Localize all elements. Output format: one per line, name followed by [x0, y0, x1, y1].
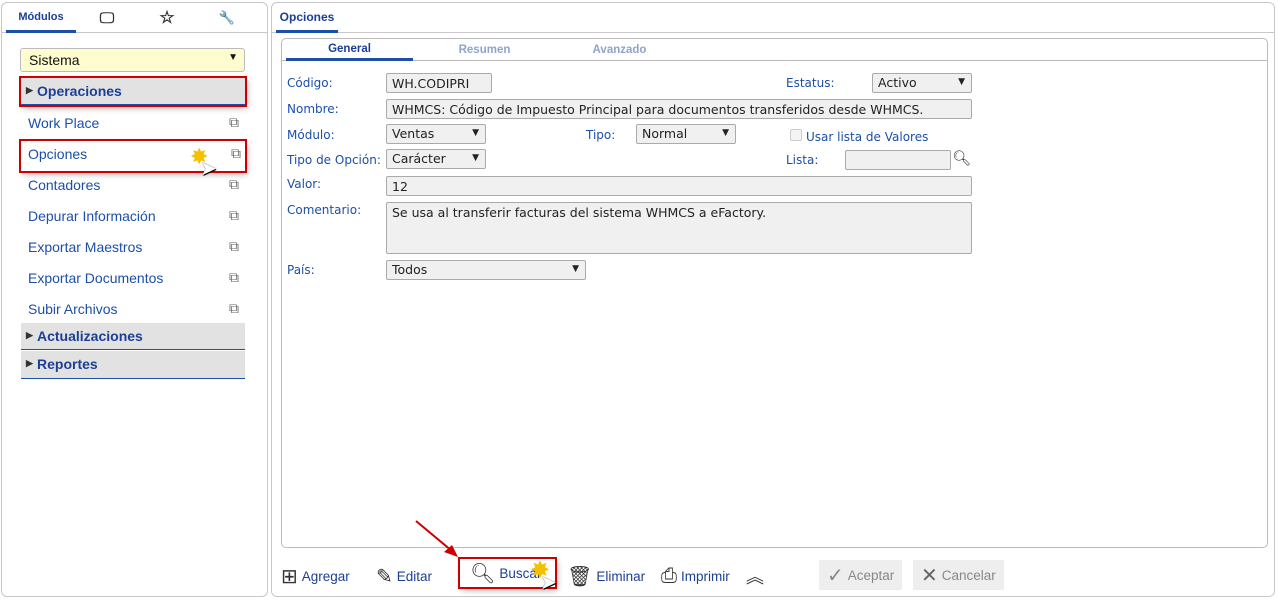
- trash-icon: 🗑︎: [567, 565, 593, 588]
- module-select-value: Sistema: [29, 52, 80, 68]
- item-label: Contadores: [28, 177, 101, 193]
- section-label: Reportes: [37, 356, 98, 372]
- pais-value: Todos: [392, 262, 428, 277]
- collapse-icon[interactable]: ︽: [746, 562, 764, 590]
- tipo-select[interactable]: Normal ▼: [636, 124, 736, 144]
- pais-label: País:: [287, 263, 315, 277]
- sidebar-item-subir-archivos[interactable]: Subir Archivos ⧉: [28, 300, 243, 317]
- agregar-button[interactable]: ⊞ Agregar: [281, 562, 350, 590]
- item-label: Work Place: [28, 115, 100, 131]
- chevron-down-icon: ▼: [472, 128, 479, 138]
- editar-label: Editar: [396, 568, 433, 584]
- chevron-down-icon: ▼: [722, 128, 729, 138]
- eliminar-button[interactable]: 🗑︎ Eliminar: [567, 562, 645, 590]
- imprimir-button[interactable]: ⎙ Imprimir: [661, 562, 730, 590]
- comentario-textarea[interactable]: Se usa al transferir facturas del sistem…: [386, 202, 972, 254]
- editar-button[interactable]: ✎ Editar: [376, 562, 432, 590]
- imprimir-label: Imprimir: [681, 568, 730, 584]
- modulo-value: Ventas: [392, 126, 435, 141]
- section-actualizaciones[interactable]: ▶ Actualizaciones: [21, 323, 245, 350]
- sidebar-tabs: Módulos 🖵 ☆ 🔧: [2, 3, 267, 33]
- nombre-field[interactable]: WHMCS: Código de Impuesto Principal para…: [386, 99, 972, 119]
- item-label: Opciones: [28, 146, 88, 162]
- tipo-opcion-select[interactable]: Carácter ▼: [386, 149, 486, 169]
- subtab-general[interactable]: General: [286, 39, 413, 61]
- external-link-icon: ⧉: [229, 114, 239, 130]
- lista-field[interactable]: [845, 150, 951, 170]
- caret-right-icon: ▶: [26, 330, 33, 340]
- cancelar-label: Cancelar: [941, 567, 996, 583]
- sidebar-item-exportar-documentos[interactable]: Exportar Documentos ⧉: [28, 269, 243, 286]
- caret-right-icon: ▶: [26, 358, 33, 368]
- section-operaciones[interactable]: ▶ Operaciones: [19, 76, 247, 107]
- subtab-resumen[interactable]: Resumen: [422, 39, 547, 61]
- external-link-icon: ⧉: [231, 145, 241, 161]
- codigo-field[interactable]: WH.CODIPRI: [386, 73, 492, 93]
- valor-field[interactable]: 12: [386, 176, 972, 196]
- external-link-icon: ⧉: [229, 238, 239, 254]
- close-icon: ✕: [921, 564, 938, 587]
- aceptar-button[interactable]: ✓ Aceptar: [819, 560, 903, 590]
- estatus-value: Activo: [878, 75, 917, 90]
- subtabs: General Resumen Avanzado: [282, 39, 1267, 61]
- caret-right-icon: ▶: [26, 85, 33, 95]
- section-label: Actualizaciones: [37, 328, 143, 344]
- tipo-opcion-label: Tipo de Opción:: [287, 153, 381, 167]
- external-link-icon: ⧉: [229, 207, 239, 223]
- nombre-label: Nombre:: [287, 102, 339, 116]
- tab-opciones[interactable]: Opciones: [276, 3, 338, 33]
- sidebar-item-exportar-maestros[interactable]: Exportar Maestros ⧉: [28, 238, 243, 255]
- main-tabs: Opciones: [272, 3, 1274, 33]
- usar-lista-label: Usar lista de Valores: [806, 130, 929, 144]
- tab-modulos[interactable]: Módulos: [6, 3, 76, 33]
- item-label: Depurar Información: [28, 208, 156, 224]
- estatus-select[interactable]: Activo ▼: [872, 73, 972, 93]
- tipo-label: Tipo:: [586, 128, 616, 142]
- search-document-icon: 🔍︎: [470, 562, 496, 585]
- item-label: Exportar Documentos: [28, 270, 164, 286]
- external-link-icon: ⧉: [229, 269, 239, 285]
- agregar-label: Agregar: [301, 568, 350, 584]
- external-link-icon: ⧉: [229, 176, 239, 192]
- chevron-down-icon: ▼: [572, 264, 579, 274]
- modulo-label: Módulo:: [287, 128, 335, 142]
- valor-label: Valor:: [287, 177, 322, 191]
- sidebar-item-work-place[interactable]: Work Place ⧉: [28, 114, 243, 131]
- eliminar-label: Eliminar: [596, 568, 646, 584]
- tipo-opcion-value: Carácter: [392, 151, 446, 166]
- cursor-icon: ➤: [200, 156, 217, 180]
- annotation-arrow-icon: [415, 520, 458, 557]
- cancelar-button[interactable]: ✕ Cancelar: [913, 560, 1004, 590]
- aceptar-label: Aceptar: [847, 567, 895, 583]
- pais-select[interactable]: Todos ▼: [386, 260, 586, 280]
- chevron-down-icon: ▼: [472, 153, 479, 163]
- item-label: Exportar Maestros: [28, 239, 143, 255]
- external-link-icon: ⧉: [229, 300, 239, 316]
- tipo-value: Normal: [642, 126, 688, 141]
- monitor-icon[interactable]: 🖵: [82, 3, 132, 33]
- add-document-icon: ⊞: [281, 565, 298, 588]
- module-select[interactable]: Sistema ▼: [20, 48, 245, 72]
- sidebar-item-depurar[interactable]: Depurar Información ⧉: [28, 207, 243, 224]
- comentario-label: Comentario:: [287, 203, 362, 217]
- cursor-icon: ➤: [540, 570, 557, 594]
- chevron-down-icon: ▼: [228, 52, 238, 63]
- search-icon[interactable]: 🔍︎: [952, 149, 971, 167]
- section-label: Operaciones: [37, 83, 122, 99]
- check-icon: ✓: [827, 564, 844, 587]
- subtab-avanzado[interactable]: Avanzado: [557, 39, 682, 61]
- modules-panel: Módulos 🖵 ☆ 🔧 Sistema ▼ ▶ Operaciones Work…: [1, 2, 268, 597]
- lista-label: Lista:: [786, 153, 819, 167]
- printer-icon: ⎙: [661, 564, 677, 587]
- estatus-label: Estatus:: [786, 76, 835, 90]
- tool-icon[interactable]: 🔧: [202, 3, 252, 33]
- modulo-select[interactable]: Ventas ▼: [386, 124, 486, 144]
- section-reportes[interactable]: ▶ Reportes: [21, 351, 245, 379]
- edit-icon: ✎: [376, 565, 393, 588]
- chevron-down-icon: ▼: [958, 77, 965, 87]
- item-label: Subir Archivos: [28, 301, 118, 317]
- usar-lista-checkbox[interactable]: [790, 129, 802, 141]
- star-icon[interactable]: ☆: [142, 3, 192, 33]
- codigo-label: Código:: [287, 76, 333, 90]
